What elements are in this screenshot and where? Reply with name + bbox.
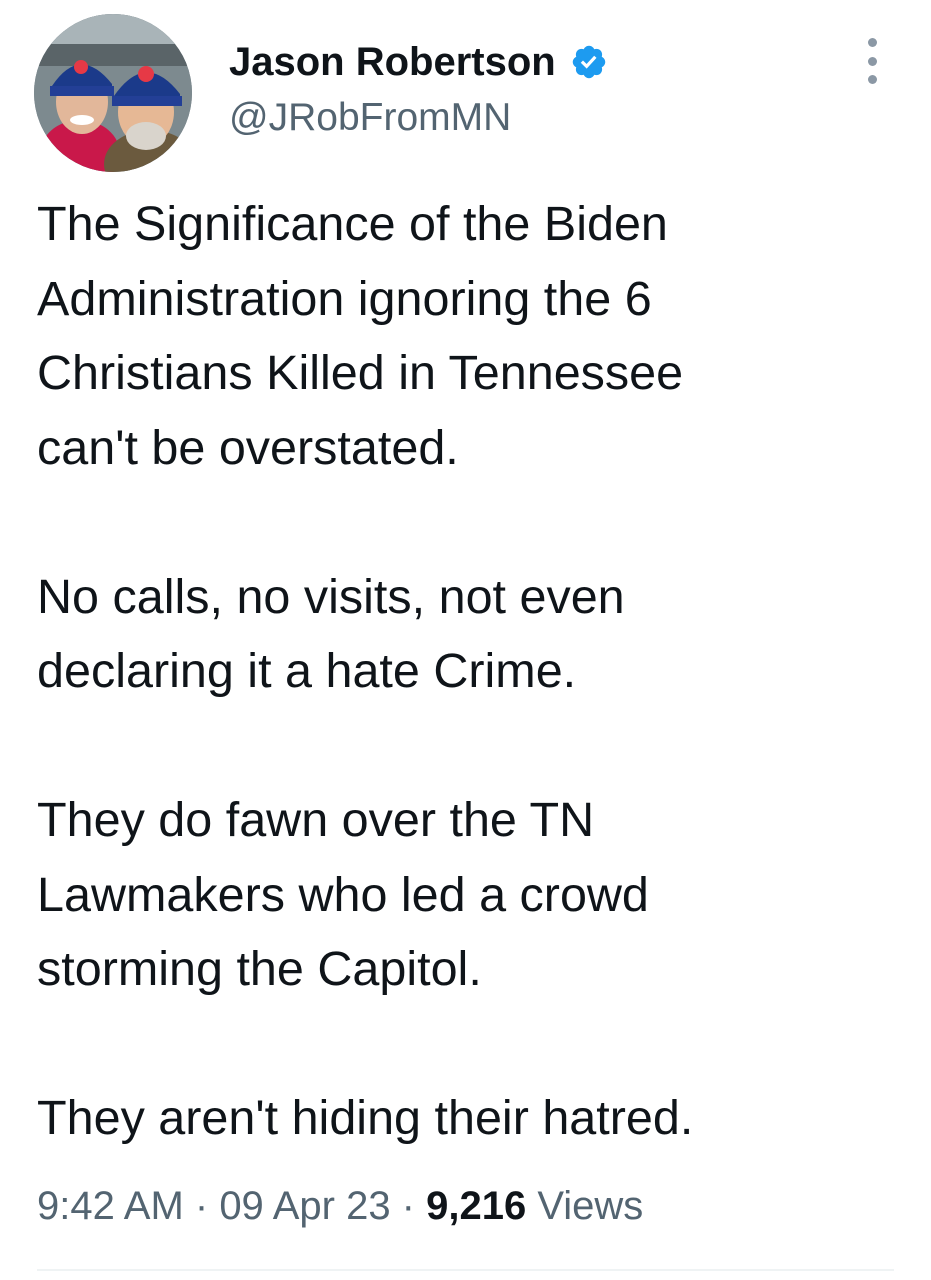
tweet: Jason Robertson @JRobFromMN The Signific… xyxy=(0,0,931,1280)
views-count[interactable]: 9,216 xyxy=(426,1184,526,1228)
tweet-paragraph: They aren't hiding their hatred. xyxy=(37,1091,694,1145)
more-dot xyxy=(867,38,877,47)
more-dot xyxy=(867,75,877,84)
avatar-photo xyxy=(34,14,192,172)
tweet-text: The Significance of the Biden Administra… xyxy=(37,187,917,1156)
divider xyxy=(37,1269,894,1271)
tweet-paragraph: The Significance of the Biden Administra… xyxy=(37,197,684,475)
tweet-time[interactable]: 9:42 AM xyxy=(37,1184,184,1228)
verified-badge-icon xyxy=(572,45,605,79)
views-label: Views xyxy=(526,1184,644,1228)
meta-separator: · xyxy=(390,1184,427,1228)
tweet-paragraph: They do fawn over the TN Lawmakers who l… xyxy=(37,793,649,996)
tweet-meta: 9:42 AM · 09 Apr 23 · 9,216 Views xyxy=(37,1180,643,1232)
author-name[interactable]: Jason Robertson xyxy=(229,38,556,86)
meta-separator: · xyxy=(183,1184,220,1228)
author-name-row[interactable]: Jason Robertson xyxy=(229,38,608,86)
tweet-paragraph: No calls, no visits, not even declaring … xyxy=(37,569,625,699)
more-dot xyxy=(867,56,877,66)
tweet-date[interactable]: 09 Apr 23 xyxy=(219,1184,390,1228)
author-avatar[interactable] xyxy=(34,14,192,172)
more-options-icon[interactable] xyxy=(858,38,886,84)
author-handle[interactable]: @JRobFromMN xyxy=(229,94,511,142)
